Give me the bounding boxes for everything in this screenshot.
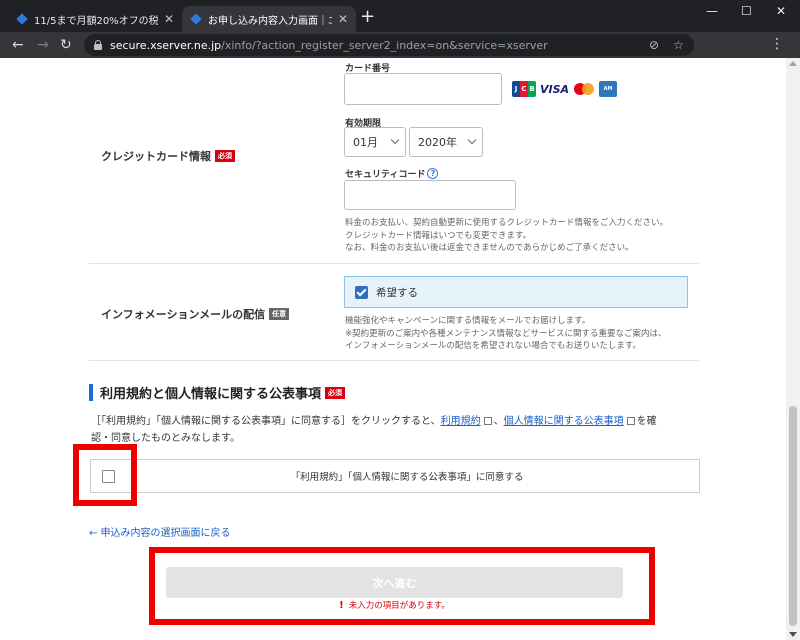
- help-question-icon[interactable]: ?: [427, 168, 439, 179]
- expiry-year-select[interactable]: 2020年: [409, 127, 483, 157]
- error-text: 未入力の項目があります。: [348, 601, 450, 611]
- note-line: なお、料金のお支払い後は返金できませんのであらかじめご了承ください。: [345, 243, 634, 253]
- highlight-frame-checkbox: [73, 444, 137, 506]
- note-line: 機能強化やキャンペーンに関する情報をメールでお届けします。: [345, 316, 591, 326]
- note-line: クレジットカード情報はいつでも変更できます。: [345, 230, 532, 241]
- terms-text: ［「利用規約」「個人情報に関する公表事項」に同意する］をクリックすると、: [91, 416, 441, 427]
- url-path: /xinfo/?action_register_server2_index=on…: [221, 38, 548, 52]
- bookmark-star-icon[interactable]: ☆: [673, 38, 684, 52]
- url-host: secure.xserver.ne.jp: [110, 38, 222, 52]
- credit-card-row-label: クレジットカード情報 必須: [101, 148, 235, 164]
- agree-label: 「利用規約」「個人情報に関する公表事項」に同意する: [290, 472, 524, 483]
- note-line: ※契約更新のご案内や各種メンテナンス情報などサービスに関する重要なご案内は、: [345, 328, 667, 339]
- xserver-favicon-icon: [190, 13, 202, 25]
- terms-text: を確: [636, 416, 657, 427]
- new-tab-icon[interactable]: +: [360, 8, 375, 26]
- close-tab-icon[interactable]: ✕: [164, 12, 174, 26]
- checkbox-checked-icon[interactable]: [355, 285, 368, 299]
- scroll-down-arrow-icon[interactable]: [789, 632, 797, 637]
- browser-toolbar: ← → ↻ secure.xserver.ne.jp/xinfo/?action…: [0, 32, 800, 58]
- terms-title-text: 利用規約と個人情報に関する公表事項: [100, 387, 322, 402]
- browser-tab-2[interactable]: お申し込み内容入力画面｜エックスサ ✕: [182, 6, 356, 32]
- terms-text: 認・同意したものとみなします。: [91, 433, 240, 444]
- browser-tab-1[interactable]: 11/5まで月額20%オフの税抜720円 ✕: [8, 6, 182, 32]
- amex-logo-icon: AM: [599, 81, 618, 97]
- section-divider: [89, 263, 699, 264]
- note-line: 料金のお支払い、契約自動更新に使用するクレジットカード情報をご入力ください。: [345, 218, 669, 228]
- agree-terms-box[interactable]: 「利用規約」「個人情報に関する公表事項」に同意する: [90, 459, 700, 493]
- external-link-icon: [483, 417, 492, 425]
- security-code-label-row: セキュリティコード ?: [345, 167, 439, 180]
- close-window-icon[interactable]: ✕: [776, 4, 786, 18]
- mastercard-logo-icon: [573, 82, 595, 96]
- address-bar[interactable]: secure.xserver.ne.jp/xinfo/?action_regis…: [84, 34, 694, 56]
- back-to-selection-link[interactable]: ← 申込み内容の選択画面に戻る: [89, 524, 231, 539]
- external-link-icon: [626, 417, 635, 425]
- lock-icon: [94, 39, 102, 50]
- close-tab-icon[interactable]: ✕: [338, 12, 348, 26]
- security-code-input[interactable]: [344, 180, 516, 210]
- reload-icon[interactable]: ↻: [60, 36, 72, 54]
- select-value: 01月: [353, 136, 378, 149]
- required-badge: 必須: [215, 150, 235, 162]
- page-content: カード番号 JCB VISA AM クレジットカード情報 必須 有効期限 01月…: [0, 58, 786, 640]
- info-mail-notes: 機能強化やキャンペーンに関する情報をメールでお届けします。 ※契約更新のご案内や…: [345, 315, 705, 353]
- chevron-down-icon: [467, 135, 477, 145]
- terms-section-title: 利用規約と個人情報に関する公表事項 必須: [89, 384, 346, 402]
- select-value: 2020年: [418, 136, 457, 149]
- browser-menu-icon[interactable]: ⋮: [770, 37, 784, 51]
- back-arrow-icon[interactable]: ←: [12, 36, 24, 54]
- next-button[interactable]: 次へ進む: [166, 567, 623, 598]
- row-label-text: インフォメーションメールの配信: [101, 308, 266, 321]
- card-number-input[interactable]: [344, 73, 502, 105]
- section-divider: [89, 360, 699, 361]
- optin-label: 希望する: [376, 286, 418, 299]
- terms-sep: 、: [493, 416, 504, 427]
- scrollbar-thumb[interactable]: [789, 406, 797, 626]
- warning-mark-icon: !: [339, 599, 344, 611]
- chevron-down-icon: [390, 135, 400, 145]
- tab-title: お申し込み内容入力画面｜エックスサ: [208, 15, 332, 27]
- required-badge: 必須: [325, 386, 346, 399]
- row-label-text: クレジットカード情報: [101, 150, 211, 163]
- minimize-icon[interactable]: —: [706, 4, 718, 18]
- note-line: インフォメーションメールの配信を希望されない場合でもお送りいたします。: [345, 341, 641, 351]
- error-message: ! 未入力の項目があります。: [166, 599, 623, 612]
- scroll-up-arrow-icon[interactable]: [789, 61, 797, 66]
- visa-logo: VISA: [540, 82, 570, 96]
- page-scrollbar[interactable]: [786, 58, 800, 640]
- info-mail-optin[interactable]: 希望する: [344, 276, 688, 308]
- security-code-label: セキュリティコード: [345, 170, 426, 180]
- browser-tab-bar: 11/5まで月額20%オフの税抜720円 ✕ お申し込み内容入力画面｜エックスサ…: [0, 0, 800, 32]
- maximize-icon[interactable]: ☐: [741, 4, 752, 18]
- forward-arrow-icon[interactable]: →: [37, 36, 49, 54]
- terms-of-use-link[interactable]: 利用規約: [441, 416, 481, 427]
- xserver-favicon-icon: [16, 13, 28, 25]
- terms-description: ［「利用規約」「個人情報に関する公表事項」に同意する］をクリックすると、利用規約…: [91, 413, 691, 447]
- tab-title: 11/5まで月額20%オフの税抜720円: [34, 15, 158, 27]
- expiry-month-select[interactable]: 01月: [344, 127, 406, 157]
- eye-slash-icon[interactable]: ⊘: [649, 38, 659, 52]
- info-mail-row-label: インフォメーションメールの配信 任意: [101, 306, 290, 322]
- optional-badge: 任意: [269, 308, 290, 320]
- privacy-disclosure-link[interactable]: 個人情報に関する公表事項: [504, 416, 624, 427]
- card-brand-logos: JCB VISA AM: [512, 81, 618, 97]
- credit-card-notes: 料金のお支払い、契約自動更新に使用するクレジットカード情報をご入力ください。 ク…: [345, 217, 705, 255]
- jcb-logo-icon: JCB: [512, 81, 536, 97]
